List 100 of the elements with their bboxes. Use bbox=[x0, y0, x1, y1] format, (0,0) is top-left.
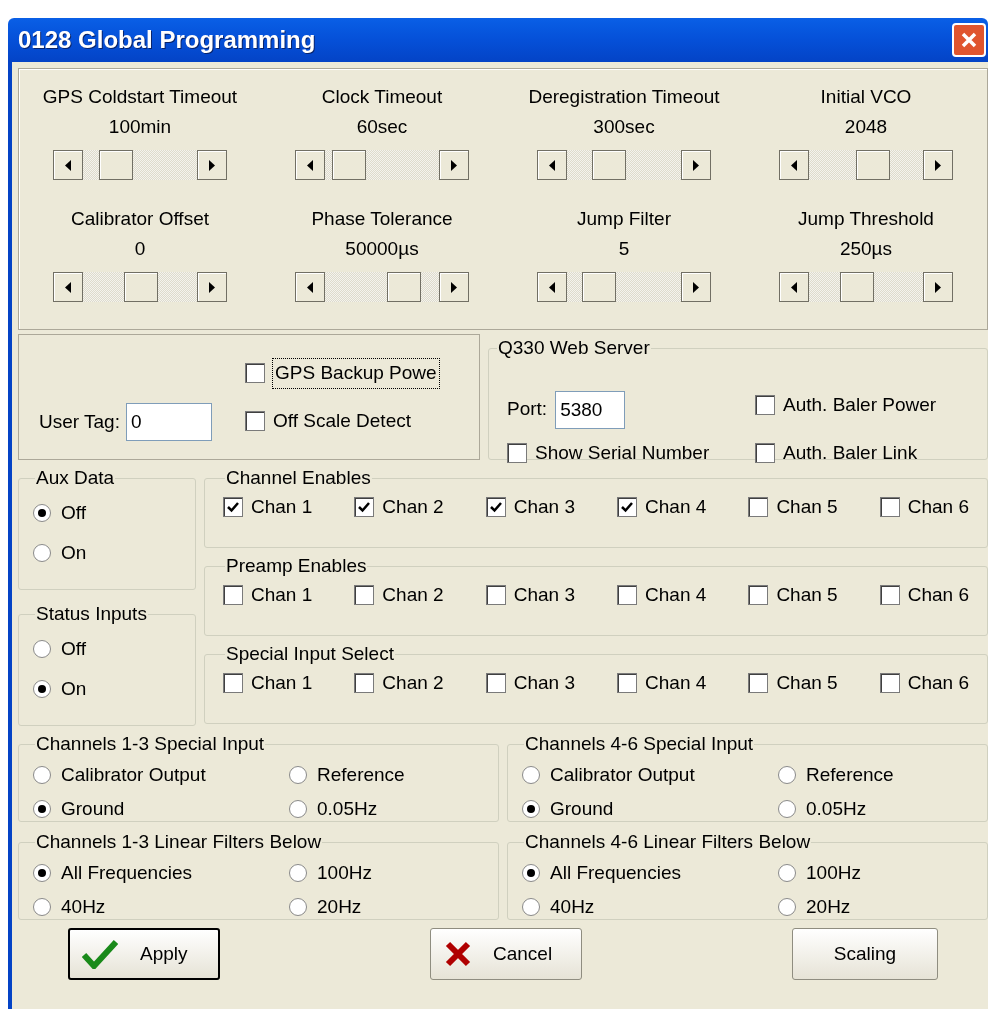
right-scroll-button[interactable] bbox=[439, 272, 469, 302]
slider-thumb[interactable] bbox=[840, 272, 875, 302]
checkbox[interactable] bbox=[755, 442, 775, 463]
checkbox[interactable] bbox=[485, 672, 506, 693]
checkbox[interactable] bbox=[223, 496, 243, 517]
checkbox[interactable] bbox=[354, 584, 375, 605]
checkbox[interactable] bbox=[617, 496, 638, 517]
radio-label: Reference bbox=[806, 762, 894, 787]
slider-thumb[interactable] bbox=[387, 272, 422, 302]
right-scroll-button[interactable] bbox=[681, 272, 711, 302]
radio-button[interactable] bbox=[778, 863, 796, 882]
radio-button[interactable] bbox=[33, 544, 51, 563]
checkbox[interactable] bbox=[617, 672, 638, 693]
close-button[interactable] bbox=[952, 23, 986, 57]
checkbox[interactable] bbox=[245, 411, 265, 432]
checkbox[interactable] bbox=[485, 496, 506, 517]
right-scroll-button[interactable] bbox=[439, 150, 469, 180]
radio-button[interactable] bbox=[33, 639, 51, 658]
checkbox[interactable] bbox=[748, 672, 769, 693]
radio-button[interactable] bbox=[289, 765, 307, 784]
left-scroll-button[interactable] bbox=[537, 150, 567, 180]
checkbox[interactable] bbox=[354, 672, 375, 693]
left-scroll-button[interactable] bbox=[779, 150, 809, 180]
right-triangle-icon bbox=[935, 281, 941, 293]
scroll-slider[interactable] bbox=[294, 271, 470, 303]
left-triangle-icon bbox=[791, 281, 797, 293]
apply-button[interactable]: Apply bbox=[68, 928, 220, 980]
checkbox-label: Chan 1 bbox=[251, 670, 313, 695]
slider-label: GPS Coldstart Timeout bbox=[42, 85, 238, 109]
radio-button[interactable] bbox=[778, 800, 796, 819]
checkbox[interactable] bbox=[507, 442, 527, 463]
radio-label: 100Hz bbox=[806, 860, 861, 885]
slider-value: 0 bbox=[134, 237, 146, 261]
checkbox[interactable] bbox=[748, 496, 769, 517]
radio-button[interactable] bbox=[33, 503, 51, 522]
radio-button[interactable] bbox=[522, 863, 540, 882]
radio-button[interactable] bbox=[778, 765, 796, 784]
radio-button[interactable] bbox=[33, 898, 51, 917]
radio-button[interactable] bbox=[33, 765, 51, 784]
right-scroll-button[interactable] bbox=[681, 150, 711, 180]
radio-button[interactable] bbox=[289, 800, 307, 819]
slider-value: 100min bbox=[108, 115, 172, 139]
checkbox[interactable] bbox=[617, 584, 638, 605]
checkbox[interactable] bbox=[223, 584, 243, 605]
text-field[interactable]: 5380 bbox=[555, 390, 626, 429]
right-scroll-button[interactable] bbox=[197, 272, 227, 302]
left-triangle-icon bbox=[307, 159, 313, 171]
scroll-slider[interactable] bbox=[536, 271, 712, 303]
right-triangle-icon bbox=[209, 159, 215, 171]
slider-thumb[interactable] bbox=[124, 272, 158, 302]
scroll-slider[interactable] bbox=[294, 149, 470, 181]
checkbox[interactable] bbox=[748, 584, 769, 605]
left-scroll-button[interactable] bbox=[295, 272, 325, 302]
radio-button[interactable] bbox=[33, 680, 51, 699]
slider-label: Jump Threshold bbox=[798, 207, 934, 231]
scroll-slider[interactable] bbox=[52, 271, 228, 303]
slider-thumb[interactable] bbox=[591, 150, 626, 180]
left-scroll-button[interactable] bbox=[295, 150, 325, 180]
right-scroll-button[interactable] bbox=[923, 272, 953, 302]
text-field[interactable]: 0 bbox=[125, 403, 212, 441]
radio-button[interactable] bbox=[522, 765, 540, 784]
radio-label: All Frequencies bbox=[550, 860, 681, 885]
radio-button[interactable] bbox=[289, 898, 307, 917]
right-triangle-icon bbox=[209, 281, 215, 293]
checkbox[interactable] bbox=[245, 363, 265, 384]
checkbox[interactable] bbox=[223, 672, 243, 693]
radio-button[interactable] bbox=[33, 863, 51, 882]
slider-label: Phase Tolerance bbox=[311, 207, 453, 231]
scroll-slider[interactable] bbox=[778, 149, 954, 181]
left-scroll-button[interactable] bbox=[779, 272, 809, 302]
group-title: Status Inputs bbox=[35, 602, 148, 626]
slider-thumb[interactable] bbox=[331, 150, 366, 180]
radio-button[interactable] bbox=[33, 800, 51, 819]
checkbox[interactable] bbox=[354, 496, 375, 517]
cancel-button[interactable]: Cancel bbox=[430, 928, 582, 980]
slider-thumb[interactable] bbox=[855, 150, 890, 180]
checkbox-label: Chan 3 bbox=[513, 494, 575, 519]
radio-button[interactable] bbox=[289, 863, 307, 882]
checkbox[interactable] bbox=[485, 584, 506, 605]
left-scroll-button[interactable] bbox=[537, 272, 567, 302]
right-scroll-button[interactable] bbox=[197, 150, 227, 180]
scaling-button[interactable]: Scaling bbox=[792, 928, 938, 980]
checkbox[interactable] bbox=[879, 496, 900, 517]
radio-button[interactable] bbox=[522, 898, 540, 917]
radio-label: Reference bbox=[317, 762, 405, 787]
checkbox[interactable] bbox=[879, 672, 900, 693]
scroll-slider[interactable] bbox=[536, 149, 712, 181]
checkbox[interactable] bbox=[879, 584, 900, 605]
radio-button[interactable] bbox=[522, 800, 540, 819]
radio-button[interactable] bbox=[778, 898, 796, 917]
slider-thumb[interactable] bbox=[581, 272, 616, 302]
checkbox-label: Chan 6 bbox=[907, 494, 969, 519]
checkbox-label: Chan 4 bbox=[645, 670, 707, 695]
scroll-slider[interactable] bbox=[52, 149, 228, 181]
right-scroll-button[interactable] bbox=[923, 150, 953, 180]
left-scroll-button[interactable] bbox=[53, 150, 83, 180]
checkbox[interactable] bbox=[755, 394, 775, 415]
left-scroll-button[interactable] bbox=[53, 272, 83, 302]
scroll-slider[interactable] bbox=[778, 271, 954, 303]
slider-thumb[interactable] bbox=[99, 150, 134, 180]
